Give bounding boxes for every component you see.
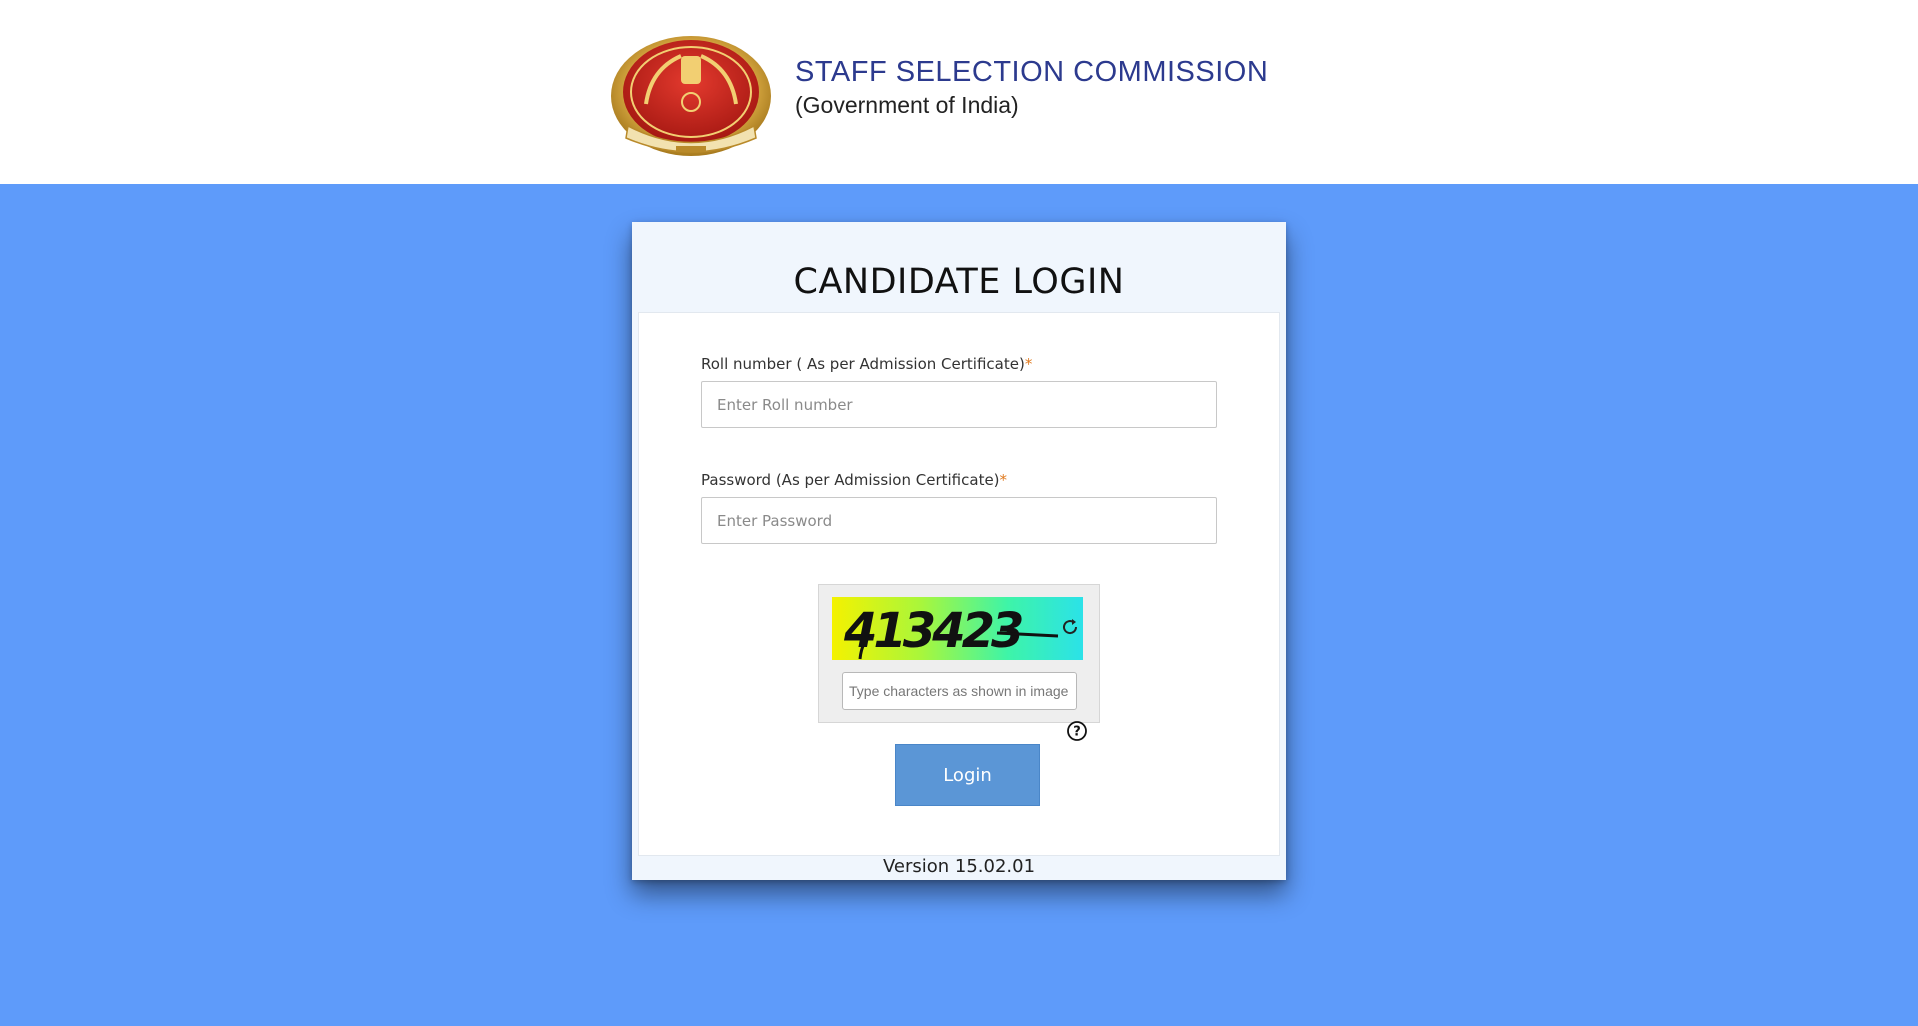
- roll-number-input[interactable]: [701, 381, 1217, 428]
- ssc-emblem-logo: [611, 36, 771, 156]
- roll-number-label-text: Roll number ( As per Admission Certifica…: [701, 355, 1025, 373]
- version-label: Version 15.02.01: [882, 856, 1036, 877]
- org-title: STAFF SELECTION COMMISSION: [795, 56, 1269, 88]
- captcha-image: 413423: [832, 597, 1083, 660]
- password-label-text: Password (As per Admission Certificate): [701, 471, 1000, 489]
- password-label: Password (As per Admission Certificate)*: [701, 471, 1007, 489]
- required-asterisk: *: [1024, 355, 1033, 373]
- help-icon[interactable]: ?: [1066, 720, 1088, 742]
- captcha-text: 413423: [843, 603, 1022, 659]
- roll-number-label: Roll number ( As per Admission Certifica…: [701, 355, 1032, 373]
- required-asterisk: *: [999, 471, 1008, 489]
- captcha-input[interactable]: [842, 672, 1077, 710]
- login-card: CANDIDATE LOGIN Roll number ( As per Adm…: [632, 222, 1286, 880]
- site-header: STAFF SELECTION COMMISSION (Government o…: [0, 0, 1918, 184]
- login-button[interactable]: Login: [895, 744, 1040, 806]
- login-form: Roll number ( As per Admission Certifica…: [638, 312, 1280, 856]
- help-icon-symbol: ?: [1073, 725, 1081, 740]
- org-subtitle: (Government of India): [795, 92, 1019, 118]
- refresh-icon[interactable]: [1060, 617, 1080, 637]
- login-title: CANDIDATE LOGIN: [793, 262, 1125, 302]
- password-input[interactable]: [701, 497, 1217, 544]
- captcha-panel: 413423: [818, 584, 1100, 723]
